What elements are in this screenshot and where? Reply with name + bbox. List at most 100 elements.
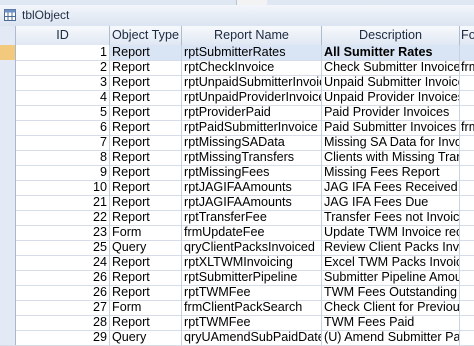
table-row[interactable]: 27 Form frmClientPackSearch Check Client fo… (0, 300, 474, 316)
table-tab[interactable]: tblObject (0, 5, 474, 27)
cell-id[interactable]: 25 (16, 240, 110, 255)
cell-report-name[interactable]: rptTransferFee (182, 210, 322, 225)
table-row[interactable]: 26 Report rptSubmitterPipeline Submitter Pi… (0, 270, 474, 286)
row-selector[interactable] (0, 120, 16, 135)
cell-id[interactable]: 10 (16, 180, 110, 195)
cell-id[interactable]: 26 (16, 270, 110, 285)
cell-object-type[interactable]: Report (110, 210, 182, 225)
cell-id[interactable]: 23 (16, 225, 110, 240)
cell-object-type[interactable]: Report (110, 75, 182, 90)
cell-object-type[interactable]: Report (110, 45, 182, 60)
cell-description[interactable]: Unpaid Provider Invoices (322, 90, 460, 105)
cell-form[interactable] (460, 210, 474, 225)
table-row[interactable]: 6 Report rptPaidSubmitterInvoice Paid Submi… (0, 120, 474, 136)
cell-form[interactable] (460, 240, 474, 255)
row-selector[interactable] (0, 105, 16, 120)
cell-description[interactable]: Submitter Pipeline Amounts In (322, 270, 460, 285)
cell-object-type[interactable]: Query (110, 330, 182, 345)
row-selector[interactable] (0, 165, 16, 180)
cell-object-type[interactable]: Report (110, 150, 182, 165)
cell-report-name[interactable]: frmClientPackSearch (182, 300, 322, 315)
cell-id[interactable]: 7 (16, 135, 110, 150)
row-selector[interactable] (0, 330, 16, 345)
cell-report-name[interactable]: frmUpdateFee (182, 225, 322, 240)
cell-object-type[interactable]: Form (110, 300, 182, 315)
cell-description[interactable]: Check Submitter Invoices (322, 60, 460, 75)
cell-form[interactable] (460, 45, 474, 60)
cell-description[interactable]: Review Client Packs Invoiced (322, 240, 460, 255)
cell-report-name[interactable]: rptXLTWMInvoicing (182, 255, 322, 270)
cell-description[interactable]: TWM Fees Outstanding (322, 285, 460, 300)
datasheet-grid[interactable]: ID Object Type Report Name Description F… (0, 26, 474, 346)
row-selector[interactable] (0, 300, 16, 315)
cell-description[interactable]: Update TWM Invoice records (322, 225, 460, 240)
cell-description[interactable]: JAG IFA Fees Due (322, 195, 460, 210)
cell-report-name[interactable]: rptJAGIFAAmounts (182, 195, 322, 210)
table-row[interactable]: 26 Report rptTWMFee TWM Fees Outstanding (0, 285, 474, 301)
cell-report-name[interactable]: rptProviderPaid (182, 105, 322, 120)
cell-description[interactable]: All Sumitter Rates (322, 45, 460, 60)
table-row[interactable]: 1 Report rptSubmitterRates All Sumitter Rat… (0, 45, 474, 61)
cell-description[interactable]: Paid Provider Invoices (322, 105, 460, 120)
cell-id[interactable]: 4 (16, 90, 110, 105)
row-selector[interactable] (0, 60, 16, 75)
table-row[interactable]: 7 Report rptMissingSAData Missing SA Data f… (0, 135, 474, 151)
cell-id[interactable]: 29 (16, 330, 110, 345)
cell-report-name[interactable]: rptMissingFees (182, 165, 322, 180)
cell-description[interactable]: Missing SA Data for Invoicing (322, 135, 460, 150)
select-all-box[interactable] (0, 26, 16, 45)
cell-description[interactable]: Transfer Fees not Invoiced (322, 210, 460, 225)
cell-report-name[interactable]: rptUnpaidSubmitterInvoice (182, 75, 322, 90)
cell-form[interactable] (460, 195, 474, 210)
table-row[interactable]: 8 Report rptMissingTransfers Clients with M… (0, 150, 474, 166)
cell-report-name[interactable]: rptUnpaidProviderInvoice (182, 90, 322, 105)
table-row[interactable]: 29 Query qryUAmendSubPaidDate (U) Amend Sub… (0, 330, 474, 346)
cell-description[interactable]: Clients with Missing Transfers (322, 150, 460, 165)
row-selector[interactable] (0, 90, 16, 105)
cell-report-name[interactable]: rptMissingTransfers (182, 150, 322, 165)
table-row[interactable]: 2 Report rptCheckInvoice Check Submitter In… (0, 60, 474, 76)
cell-form[interactable] (460, 105, 474, 120)
row-selector[interactable] (0, 45, 16, 60)
table-row[interactable]: 3 Report rptUnpaidSubmitterInvoice Unpaid S… (0, 75, 474, 91)
row-selector[interactable] (0, 255, 16, 270)
column-header-id[interactable]: ID (16, 26, 110, 45)
cell-description[interactable]: (U) Amend Submitter Paid Date (322, 330, 460, 345)
cell-id[interactable]: 21 (16, 195, 110, 210)
column-header-report-name[interactable]: Report Name (182, 26, 322, 45)
cell-object-type[interactable]: Report (110, 120, 182, 135)
cell-form[interactable] (460, 285, 474, 300)
cell-form[interactable] (460, 180, 474, 195)
cell-id[interactable]: 8 (16, 150, 110, 165)
cell-form[interactable] (460, 225, 474, 240)
cell-form[interactable] (460, 135, 474, 150)
cell-description[interactable]: Excel TWM Packs Invoicing (322, 255, 460, 270)
cell-report-name[interactable]: rptMissingSAData (182, 135, 322, 150)
cell-object-type[interactable]: Report (110, 60, 182, 75)
cell-id[interactable]: 3 (16, 75, 110, 90)
column-header-form[interactable]: Fo (460, 26, 474, 45)
table-row[interactable]: 9 Report rptMissingFees Missing Fees Report (0, 165, 474, 181)
row-selector[interactable] (0, 270, 16, 285)
cell-id[interactable]: 24 (16, 255, 110, 270)
column-header-object-type[interactable]: Object Type (110, 26, 182, 45)
cell-object-type[interactable]: Report (110, 90, 182, 105)
row-selector[interactable] (0, 315, 16, 330)
cell-object-type[interactable]: Report (110, 285, 182, 300)
cell-form[interactable] (460, 315, 474, 330)
row-selector[interactable] (0, 75, 16, 90)
cell-report-name[interactable]: rptTWMFee (182, 285, 322, 300)
cell-id[interactable]: 2 (16, 60, 110, 75)
cell-form[interactable] (460, 75, 474, 90)
cell-form[interactable]: frm (460, 60, 474, 75)
cell-description[interactable]: Paid Submitter Invoices (322, 120, 460, 135)
cell-report-name[interactable]: rptJAGIFAAmounts (182, 180, 322, 195)
cell-object-type[interactable]: Report (110, 165, 182, 180)
table-row[interactable]: 5 Report rptProviderPaid Paid Provider Invo… (0, 105, 474, 121)
cell-form[interactable]: frm (460, 120, 474, 135)
table-row[interactable]: 22 Report rptTransferFee Transfer Fees not … (0, 210, 474, 226)
cell-report-name[interactable]: rptSubmitterRates (182, 45, 322, 60)
row-selector[interactable] (0, 195, 16, 210)
cell-object-type[interactable]: Report (110, 270, 182, 285)
row-selector[interactable] (0, 285, 16, 300)
